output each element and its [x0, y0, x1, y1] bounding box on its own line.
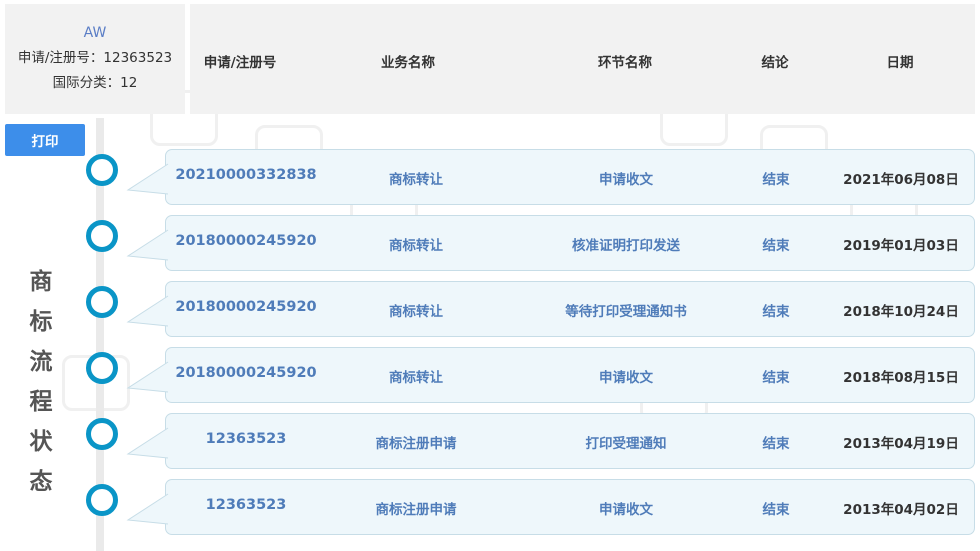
- step-name: 核准证明打印发送: [572, 238, 680, 254]
- header-date: 日期: [886, 55, 914, 71]
- timeline-card: 20180000245920 商标转让 等待打印受理通知书 结束 2018年10…: [126, 281, 975, 337]
- timeline-dot: [86, 484, 118, 516]
- step-name: 申请收文: [599, 172, 653, 188]
- title-char: 程: [29, 389, 53, 415]
- timeline-dot: [86, 220, 118, 252]
- step-reg-no: 20180000245920: [175, 365, 317, 381]
- step-business: 商标转让: [389, 304, 443, 320]
- header-business: 业务名称: [381, 55, 435, 71]
- step-reg-no: 20180000245920: [175, 299, 317, 315]
- title-char: 状: [29, 429, 53, 455]
- registration-number: 申请/注册号：12363523: [17, 50, 173, 66]
- step-name: 打印受理通知: [585, 436, 667, 452]
- step-name: 申请收文: [599, 502, 653, 518]
- step-reg-no: 12363523: [205, 431, 287, 447]
- step-result: 结束: [762, 370, 790, 386]
- timeline-dot: [86, 154, 118, 186]
- step-name: 申请收文: [599, 370, 653, 386]
- timeline-dot: [86, 352, 118, 384]
- trademark-name: AW: [83, 25, 107, 41]
- card-pointer: [126, 229, 169, 261]
- print-button[interactable]: 打印: [5, 124, 85, 156]
- vertical-title: 商 标 流 程 状 态: [26, 262, 56, 502]
- title-char: 态: [29, 469, 53, 495]
- step-result: 结束: [762, 172, 790, 188]
- trademark-info-panel: AW 申请/注册号：12363523 国际分类：12: [5, 4, 185, 114]
- step-date: 2018年08月15日: [843, 370, 959, 386]
- step-name: 等待打印受理通知书: [565, 304, 687, 320]
- title-char: 标: [29, 309, 53, 335]
- timeline-card: 20210000332838 商标转让 申请收文 结束 2021年06月08日: [126, 149, 975, 205]
- card-pointer: [126, 163, 169, 195]
- step-reg-no: 12363523: [205, 497, 287, 513]
- table-header: 申请/注册号 业务名称 环节名称 结论 日期: [190, 4, 975, 114]
- step-business: 商标注册申请: [375, 502, 457, 518]
- step-business: 商标注册申请: [375, 436, 457, 452]
- timeline-dot: [86, 286, 118, 318]
- step-date: 2018年10月24日: [843, 304, 959, 320]
- step-business: 商标转让: [389, 172, 443, 188]
- title-char: 商: [29, 269, 53, 295]
- step-date: 2013年04月19日: [843, 436, 959, 452]
- header-reg-no: 申请/注册号: [203, 55, 277, 71]
- step-date: 2013年04月02日: [843, 502, 959, 518]
- step-date: 2021年06月08日: [843, 172, 959, 188]
- card-pointer: [126, 427, 169, 459]
- step-reg-no: 20210000332838: [175, 167, 317, 183]
- card-pointer: [126, 361, 169, 393]
- timeline-card: 12363523 商标注册申请 申请收文 结束 2013年04月02日: [126, 479, 975, 535]
- card-pointer: [126, 295, 169, 327]
- timeline-card: 12363523 商标注册申请 打印受理通知 结束 2013年04月19日: [126, 413, 975, 469]
- step-result: 结束: [762, 436, 790, 452]
- title-char: 流: [29, 349, 53, 375]
- step-result: 结束: [762, 502, 790, 518]
- card-pointer: [126, 493, 169, 525]
- step-reg-no: 20180000245920: [175, 233, 317, 249]
- step-result: 结束: [762, 304, 790, 320]
- header-result: 结论: [761, 55, 789, 71]
- step-result: 结束: [762, 238, 790, 254]
- step-date: 2019年01月03日: [843, 238, 959, 254]
- timeline-dot: [86, 418, 118, 450]
- international-class: 国际分类：12: [52, 75, 138, 91]
- step-business: 商标转让: [389, 238, 443, 254]
- timeline-card: 20180000245920 商标转让 申请收文 结束 2018年08月15日: [126, 347, 975, 403]
- timeline-card: 20180000245920 商标转让 核准证明打印发送 结束 2019年01月…: [126, 215, 975, 271]
- header-step: 环节名称: [598, 55, 652, 71]
- step-business: 商标转让: [389, 370, 443, 386]
